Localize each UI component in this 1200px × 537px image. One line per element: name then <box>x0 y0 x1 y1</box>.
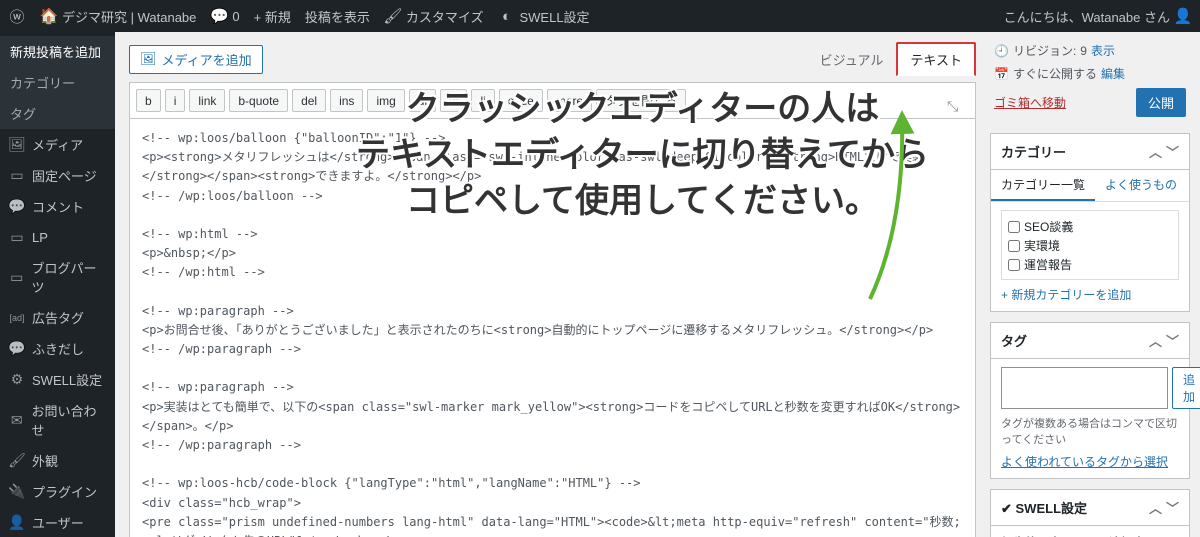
sidebar-item-balloon[interactable]: 💬ふきだし <box>0 333 115 364</box>
brush-icon: 🖌 <box>8 452 26 470</box>
quicktags-toolbar: b i link b-quote del ins img ul ol li co… <box>129 82 976 119</box>
comments-link[interactable]: 💬0 <box>210 7 239 25</box>
tag-popular-link[interactable]: よく使われているタグから選択 <box>1001 453 1179 470</box>
adminbar: ⓦ 🏠デジマ研究 | Watanabe 💬0 + 新規 投稿を表示 🖌カスタマイ… <box>0 0 1200 32</box>
qt-link[interactable]: link <box>189 89 225 112</box>
view-post-link[interactable]: 投稿を表示 <box>305 7 370 26</box>
customize-link[interactable]: 🖌カスタマイズ <box>384 7 484 26</box>
cat-checkbox[interactable]: 実環境 <box>1008 236 1172 255</box>
sidebar-item-users[interactable]: 👤ユーザー <box>0 507 115 537</box>
swell-link[interactable]: ◐SWELL設定 <box>497 7 589 26</box>
sidebar-item-comments[interactable]: 💬コメント <box>0 191 115 222</box>
sidebar-item-swell[interactable]: ⚙SWELL設定 <box>0 364 115 395</box>
ad-icon: [ad] <box>8 309 26 327</box>
submenu-tag[interactable]: タグ <box>0 98 115 129</box>
sidebar-item-lp[interactable]: ▭LP <box>0 222 115 252</box>
publish-button[interactable]: 公開 <box>1136 88 1186 117</box>
publish-edit-link[interactable]: 編集 <box>1101 65 1125 82</box>
qt-i[interactable]: i <box>165 89 186 112</box>
sidebar-item-pages[interactable]: ▭固定ページ <box>0 160 115 191</box>
right-column: 🕘リビジョン: 9 表示 📅すぐに公開する 編集 ゴミ箱へ移動 公開 カテゴリー… <box>990 32 1200 537</box>
qt-code[interactable]: code <box>499 89 543 112</box>
chevron-down-icon[interactable]: ﹀ <box>1166 498 1179 517</box>
qt-ul[interactable]: ul <box>409 89 436 112</box>
media-add-icon: 🖼 <box>140 51 157 67</box>
wp-logo[interactable]: ⓦ <box>8 7 26 25</box>
chevron-up-icon[interactable]: ︿ <box>1149 142 1162 161</box>
qt-del[interactable]: del <box>292 89 326 112</box>
page-icon: ▭ <box>8 167 26 185</box>
cat-tab-all[interactable]: カテゴリー一覧 <box>991 170 1095 201</box>
add-media-button[interactable]: 🖼メディアを追加 <box>129 45 263 74</box>
swell-icon: ⚙ <box>8 371 26 389</box>
submenu-cat[interactable]: カテゴリー <box>0 67 115 98</box>
sidebar-item-adtag[interactable]: [ad]広告タグ <box>0 302 115 333</box>
plugin-icon: 🔌 <box>8 483 26 501</box>
swell-panel: ✔ SWELL設定︿﹀ 優先的に表示する関連記事 複数の場合は「,」区切りで指定… <box>990 489 1190 537</box>
calendar-icon: 📅 <box>994 67 1009 81</box>
chevron-up-icon[interactable]: ︿ <box>1149 498 1162 517</box>
clock-icon: 🕘 <box>994 44 1009 58</box>
tag-add-button[interactable]: 追加 <box>1172 367 1200 409</box>
cat-checkbox[interactable]: SEO談義 <box>1008 217 1172 236</box>
trash-link[interactable]: ゴミ箱へ移動 <box>994 94 1066 111</box>
sidebar-item-plugins[interactable]: 🔌プラグイン <box>0 476 115 507</box>
add-category-link[interactable]: + 新規カテゴリーを追加 <box>1001 286 1179 303</box>
tab-text[interactable]: テキスト <box>896 42 976 76</box>
qt-bquote[interactable]: b-quote <box>229 89 288 112</box>
parts-icon: ▭ <box>8 268 25 286</box>
new-link[interactable]: + 新規 <box>254 7 291 26</box>
media-icon: 🖼 <box>8 136 26 154</box>
chevron-down-icon[interactable]: ﹀ <box>1166 331 1179 350</box>
editor-area: 🖼メディアを追加 ビジュアル テキスト b i link b-quote del… <box>115 32 990 537</box>
cat-tab-popular[interactable]: よく使うもの <box>1095 170 1187 201</box>
chevron-up-icon[interactable]: ︿ <box>1149 331 1162 350</box>
qt-more[interactable]: more <box>547 89 592 112</box>
editor-tabs: ビジュアル テキスト <box>807 42 976 76</box>
site-link[interactable]: 🏠デジマ研究 | Watanabe <box>40 7 196 26</box>
qt-img[interactable]: img <box>367 89 404 112</box>
sidebar-item-contact[interactable]: ✉お問い合わせ <box>0 395 115 445</box>
tag-input[interactable] <box>1001 367 1168 409</box>
sidebar-item-media[interactable]: 🖼メディア <box>0 129 115 160</box>
tab-visual[interactable]: ビジュアル <box>807 43 897 76</box>
comment-icon: 💬 <box>8 198 26 216</box>
balloon-icon: 💬 <box>8 340 26 358</box>
qt-ol[interactable]: ol <box>440 89 467 112</box>
chevron-down-icon[interactable]: ﹀ <box>1166 142 1179 161</box>
greeting[interactable]: こんにちは、Watanabe さん👤 <box>1004 7 1192 26</box>
sidebar-item-appearance[interactable]: 🖌外観 <box>0 445 115 476</box>
qt-ins[interactable]: ins <box>330 89 363 112</box>
submenu-add[interactable]: 新規投稿を追加 <box>0 36 115 67</box>
resize-handle-icon[interactable]: ⤡ <box>947 98 967 112</box>
admin-sidebar: 新規投稿を追加 カテゴリー タグ 🖼メディア ▭固定ページ 💬コメント ▭LP … <box>0 32 115 537</box>
qt-close[interactable]: タグを閉じる <box>596 89 686 112</box>
lp-icon: ▭ <box>8 228 26 246</box>
sidebar-item-blogparts[interactable]: ▭ブログパーツ <box>0 252 115 302</box>
cat-checkbox[interactable]: 運営報告 <box>1008 255 1172 274</box>
tag-panel: タグ︿﹀ 追加 タグが複数ある場合はコンマで区切ってください よく使われているタ… <box>990 322 1190 479</box>
content-textarea[interactable]: <!-- wp:loos/balloon {"balloonID":"1"} -… <box>129 119 976 537</box>
tag-hint: タグが複数ある場合はコンマで区切ってください <box>1001 415 1179 447</box>
mail-icon: ✉ <box>8 411 25 429</box>
qt-li[interactable]: li <box>471 89 494 112</box>
revisions-link[interactable]: 表示 <box>1091 42 1115 59</box>
category-panel: カテゴリー︿﹀ カテゴリー一覧 よく使うもの SEO談義 実環境 運営報告 + … <box>990 133 1190 312</box>
qt-b[interactable]: b <box>136 89 161 112</box>
user-icon: 👤 <box>8 514 26 532</box>
